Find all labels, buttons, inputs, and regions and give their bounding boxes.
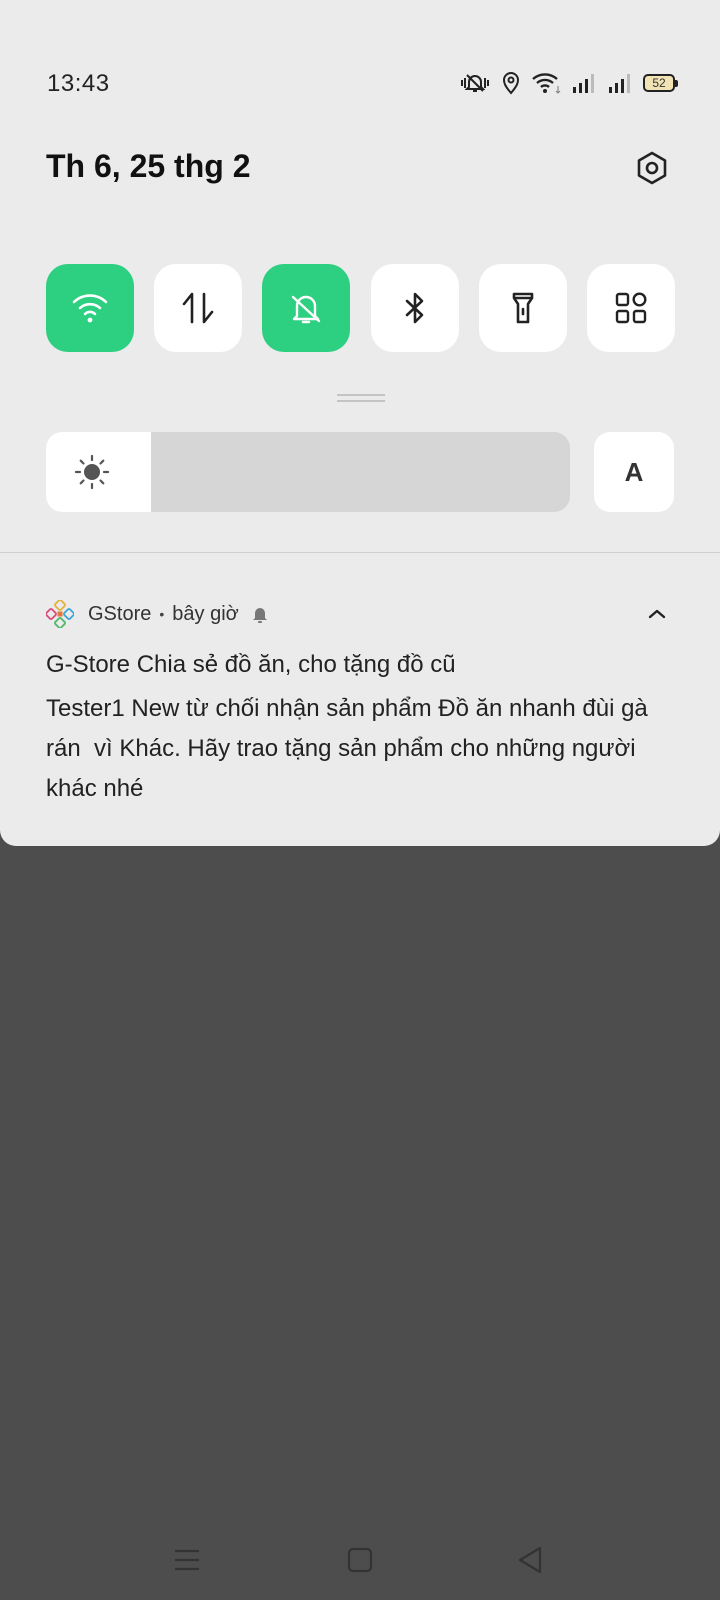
quick-settings-tiles bbox=[46, 264, 675, 352]
status-bar: 13:43 52 bbox=[0, 60, 720, 106]
separator-dot: • bbox=[159, 606, 165, 622]
vibrate-off-icon bbox=[459, 71, 491, 95]
tile-mobile-data[interactable] bbox=[154, 264, 243, 352]
grid-icon bbox=[615, 292, 647, 324]
chevron-up-icon bbox=[648, 609, 666, 619]
notification-header: GStore • bây giờ bbox=[46, 599, 269, 629]
bluetooth-icon bbox=[405, 292, 423, 324]
tile-wifi[interactable] bbox=[46, 264, 134, 352]
brightness-icon bbox=[74, 454, 110, 490]
tile-flashlight[interactable] bbox=[478, 264, 567, 352]
status-icons: 52 bbox=[459, 67, 678, 99]
menu-icon bbox=[175, 1549, 199, 1571]
navigation-bar bbox=[0, 1520, 720, 1600]
location-icon bbox=[501, 71, 521, 95]
settings-icon bbox=[637, 151, 667, 185]
gstore-app-icon bbox=[46, 600, 74, 628]
home-button[interactable] bbox=[342, 1542, 378, 1578]
notification-title: G-Store Chia sẻ đồ ăn, cho tặng đồ cũ bbox=[46, 651, 456, 678]
tile-silent-mode[interactable] bbox=[262, 264, 351, 352]
recents-button[interactable] bbox=[169, 1542, 205, 1578]
notification-time: bây giờ bbox=[172, 602, 239, 625]
date-row: Th 6, 25 thg 2 bbox=[0, 140, 720, 200]
notification-app-name: GStore bbox=[88, 602, 152, 625]
signal-icon bbox=[571, 71, 597, 95]
notification-body: Tester1 New từ chối nhận sản phẩm Đồ ăn … bbox=[46, 695, 655, 802]
notification-card[interactable]: GStore • bây giờ G-Store Chia sẻ đồ ăn, … bbox=[0, 553, 720, 846]
signal-icon-2 bbox=[607, 71, 633, 95]
back-icon bbox=[518, 1546, 542, 1574]
settings-button[interactable] bbox=[632, 148, 672, 188]
tile-more[interactable] bbox=[586, 264, 675, 352]
brightness-slider[interactable] bbox=[46, 432, 570, 512]
bell-off-icon bbox=[292, 295, 321, 324]
notification-shade: 13:43 52 Th 6, 25 thg 2 A GStore • bây g… bbox=[0, 0, 720, 846]
data-arrows-icon bbox=[182, 292, 214, 324]
collapse-button[interactable] bbox=[642, 599, 672, 629]
bell-icon bbox=[252, 608, 267, 623]
wifi-icon bbox=[72, 294, 108, 323]
tile-bluetooth[interactable] bbox=[370, 264, 459, 352]
drag-handle[interactable] bbox=[337, 394, 385, 402]
status-clock: 13:43 bbox=[47, 70, 110, 97]
auto-brightness-button[interactable]: A bbox=[594, 432, 674, 512]
wifi-status-icon bbox=[531, 71, 561, 95]
home-icon bbox=[347, 1547, 373, 1573]
date-label: Th 6, 25 thg 2 bbox=[46, 148, 251, 184]
battery-level: 52 bbox=[652, 76, 666, 90]
flashlight-icon bbox=[512, 292, 534, 324]
back-button[interactable] bbox=[512, 1542, 548, 1578]
battery-indicator: 52 bbox=[643, 74, 678, 92]
